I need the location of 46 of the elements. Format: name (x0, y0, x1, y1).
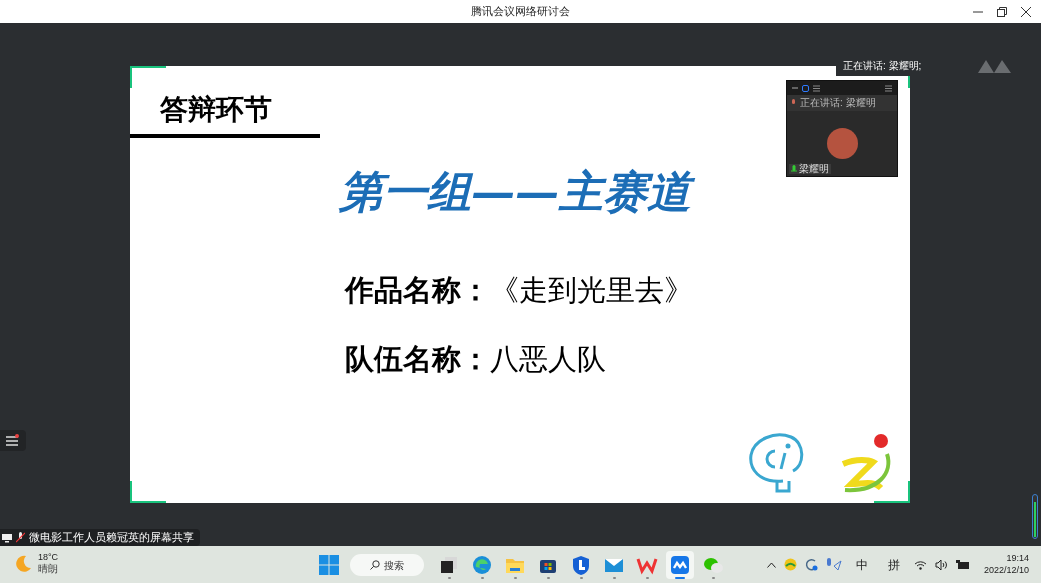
sync-icon[interactable] (804, 558, 818, 571)
wifi-icon[interactable] (913, 559, 927, 570)
speaker-status: 正在讲话: 梁耀明 (800, 98, 876, 108)
slide-text-line: 作品名称：《走到光里去》 (345, 276, 694, 305)
input-method-indicator[interactable]: 中 (849, 555, 874, 574)
meeting-logo-icon (978, 58, 1011, 74)
microphone-icon (791, 99, 796, 107)
muted-microphone-icon (16, 532, 25, 543)
screen-icon (2, 532, 12, 543)
battery-icon[interactable] (955, 559, 970, 570)
search-button[interactable]: 搜索 (350, 554, 424, 576)
list-icon (6, 434, 20, 447)
search-icon (370, 560, 380, 570)
weather-temperature: 18°C (38, 552, 59, 563)
microphone-send-icon[interactable] (825, 558, 842, 571)
restore-icon[interactable] (997, 6, 1007, 17)
window-title: 腾讯会议网络研讨会 (471, 4, 570, 20)
close-icon[interactable] (1021, 6, 1031, 17)
list-icon[interactable] (813, 84, 820, 92)
volume-meter (1032, 494, 1038, 539)
browser-icon (471, 554, 493, 576)
corner-bracket (130, 481, 166, 503)
clock-date: 2022/12/10 (983, 564, 1029, 576)
task-view-icon (438, 554, 460, 576)
moon-icon (14, 554, 32, 573)
windows-start-icon[interactable] (319, 555, 339, 575)
globe-icon[interactable] (783, 558, 797, 571)
menu-button[interactable] (0, 430, 26, 451)
clock-time: 19:14 (1006, 553, 1029, 564)
menu-icon[interactable] (885, 84, 892, 92)
maximize-icon[interactable] (802, 84, 809, 92)
microphone-icon (791, 164, 797, 174)
slide-text-line: 队伍名称：八恶人队 (345, 345, 607, 374)
meeting-app-icon (669, 554, 691, 576)
input-method-indicator[interactable]: 拼 (881, 555, 906, 574)
participant-name: 梁耀明 (799, 164, 829, 174)
chevron-up-icon[interactable] (766, 561, 776, 568)
slide-heading: 答辩环节 (160, 96, 272, 124)
speaker-icon[interactable] (934, 559, 948, 570)
letter-l-icon (570, 554, 592, 576)
share-status-text: 微电影工作人员赖冠英的屏幕共享 (29, 532, 194, 543)
corner-bracket (130, 66, 166, 88)
weather-condition: 晴朗 (38, 563, 59, 575)
corner-bracket (874, 481, 910, 503)
minimize-icon[interactable] (792, 85, 798, 91)
clock[interactable]: 19:14 2022/12/10 (977, 553, 1029, 576)
